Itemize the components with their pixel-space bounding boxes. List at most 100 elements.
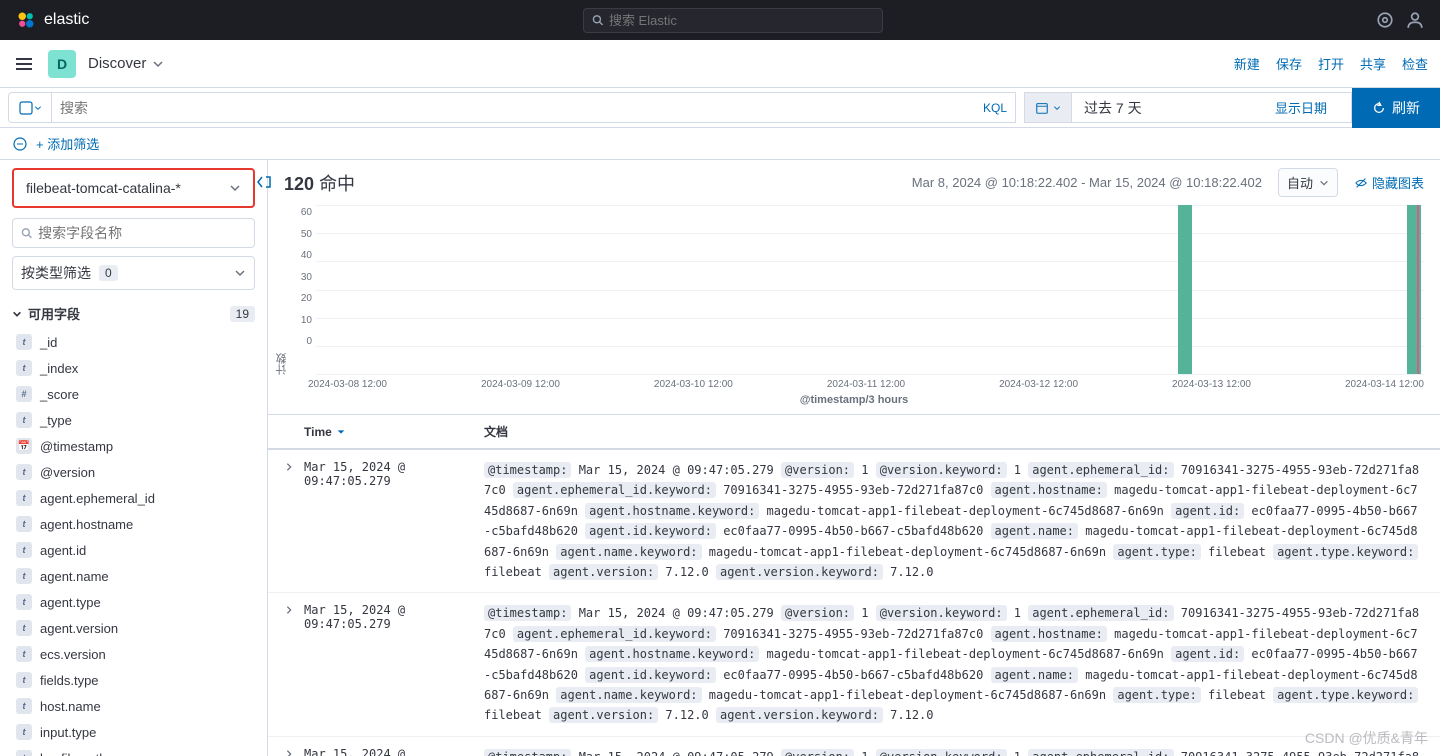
field-item[interactable]: t@version <box>12 459 255 485</box>
field-type-icon: # <box>16 386 32 402</box>
field-key: agent.name: <box>991 523 1078 539</box>
disk-icon <box>18 100 34 116</box>
add-filter-link[interactable]: + 添加筛选 <box>36 134 99 153</box>
field-key: agent.hostname.keyword: <box>585 646 759 662</box>
query-lang-toggle[interactable]: KQL <box>983 101 1007 115</box>
nav-link[interactable]: 打开 <box>1318 54 1344 73</box>
nav-link[interactable]: 检查 <box>1402 54 1428 73</box>
source-cell: @timestamp: Mar 15, 2024 @ 09:47:05.279 … <box>484 460 1424 582</box>
histogram-chart[interactable]: 计数 6050403020100 <box>268 205 1440 375</box>
filter-by-type[interactable]: 按类型筛选 0 <box>12 256 255 290</box>
table-row: Mar 15, 2024 @ 09:47:05.279@timestamp: M… <box>268 450 1440 593</box>
field-item[interactable]: tagent.version <box>12 615 255 641</box>
calendar-icon <box>1035 101 1049 115</box>
field-key: @version.keyword: <box>876 749 1007 756</box>
nav-link[interactable]: 新建 <box>1234 54 1260 73</box>
chevron-down-icon <box>152 58 164 70</box>
field-name: _index <box>40 361 78 376</box>
field-key: @version: <box>781 462 854 478</box>
content: 120 命中 Mar 8, 2024 @ 10:18:22.402 - Mar … <box>268 160 1440 756</box>
interval-select[interactable]: 自动 <box>1278 168 1338 197</box>
show-date-link[interactable]: 显示日期 <box>1275 98 1327 117</box>
nav-link[interactable]: 保存 <box>1276 54 1302 73</box>
nav-link[interactable]: 共享 <box>1360 54 1386 73</box>
global-search[interactable] <box>583 8 883 33</box>
field-key: agent.id.keyword: <box>585 667 716 683</box>
field-name: agent.id <box>40 543 86 558</box>
global-search-input[interactable] <box>609 13 874 28</box>
field-key: agent.ephemeral_id.keyword: <box>513 482 716 498</box>
field-type-icon: t <box>16 568 32 584</box>
hamburger-icon[interactable] <box>12 52 36 76</box>
field-name: input.type <box>40 725 96 740</box>
field-name: agent.type <box>40 595 101 610</box>
x-axis-ticks: 2024-03-08 12:002024-03-09 12:002024-03-… <box>268 375 1440 390</box>
column-source[interactable]: 文档 <box>484 423 1424 440</box>
date-picker: 过去 7 天 显示日期 <box>1024 92 1352 123</box>
date-range-text[interactable]: 过去 7 天 显示日期 <box>1072 92 1352 123</box>
field-item[interactable]: t_id <box>12 329 255 355</box>
histogram-bar[interactable] <box>1407 205 1421 374</box>
saved-query-button[interactable] <box>8 92 52 123</box>
available-fields-header[interactable]: 可用字段 19 <box>12 298 255 329</box>
field-key: @version: <box>781 749 854 756</box>
field-type-icon: t <box>16 334 32 350</box>
field-type-icon: t <box>16 672 32 688</box>
expand-row-button[interactable] <box>284 603 304 725</box>
filter-bar: + 添加筛选 <box>0 128 1440 160</box>
field-item[interactable]: t_type <box>12 407 255 433</box>
collapse-sidebar-icon[interactable] <box>256 174 272 190</box>
expand-row-button[interactable] <box>284 747 304 756</box>
field-type-icon: t <box>16 516 32 532</box>
field-name: @timestamp <box>40 439 113 454</box>
field-item[interactable]: 📅@timestamp <box>12 433 255 459</box>
field-key: @version: <box>781 605 854 621</box>
hide-chart-label: 隐藏图表 <box>1372 173 1424 192</box>
field-item[interactable]: thost.name <box>12 693 255 719</box>
field-item[interactable]: tlog.file.path <box>12 745 255 756</box>
field-key: agent.version.keyword: <box>716 707 883 723</box>
chevron-down-icon <box>34 104 42 112</box>
field-key: agent.type: <box>1113 544 1200 560</box>
index-pattern-selector[interactable]: filebeat-tomcat-catalina-* <box>12 168 255 208</box>
field-name: agent.hostname <box>40 517 133 532</box>
app-badge[interactable]: D <box>48 50 76 78</box>
doc-table: Time 文档 Mar 15, 2024 @ 09:47:05.279@time… <box>268 414 1440 756</box>
quick-date-button[interactable] <box>1024 92 1072 123</box>
column-time[interactable]: Time <box>304 423 484 440</box>
field-item[interactable]: tagent.name <box>12 563 255 589</box>
field-item[interactable]: tagent.type <box>12 589 255 615</box>
histogram-bar[interactable] <box>1178 205 1192 374</box>
filter-by-type-label: 按类型筛选 <box>21 263 91 283</box>
expand-row-button[interactable] <box>284 460 304 582</box>
news-icon[interactable] <box>1376 11 1394 29</box>
filter-options-icon[interactable] <box>12 136 28 152</box>
chevron-down-icon <box>12 309 22 319</box>
sidebar: filebeat-tomcat-catalina-* 按类型筛选 0 可用字段 … <box>0 160 268 756</box>
field-type-icon: t <box>16 360 32 376</box>
field-search-input[interactable] <box>38 225 246 241</box>
field-item[interactable]: tfields.type <box>12 667 255 693</box>
table-row: Mar 15, 2024 @ 09:47:05.279@timestamp: M… <box>268 737 1440 756</box>
query-input[interactable] <box>60 100 983 116</box>
hide-chart-link[interactable]: 隐藏图表 <box>1354 173 1424 192</box>
field-key: agent.name.keyword: <box>556 544 701 560</box>
field-item[interactable]: tinput.type <box>12 719 255 745</box>
top-bar: elastic <box>0 0 1440 40</box>
field-item[interactable]: tagent.id <box>12 537 255 563</box>
field-search[interactable] <box>12 218 255 248</box>
y-axis-label: 计数 <box>272 205 292 375</box>
field-item[interactable]: tagent.ephemeral_id <box>12 485 255 511</box>
field-name: _score <box>40 387 79 402</box>
field-name: agent.version <box>40 621 118 636</box>
elastic-logo[interactable]: elastic <box>16 10 89 30</box>
table-row: Mar 15, 2024 @ 09:47:05.279@timestamp: M… <box>268 593 1440 736</box>
field-item[interactable]: t agent.hostname <box>12 511 255 537</box>
refresh-button[interactable]: 刷新 <box>1352 88 1440 128</box>
app-switcher[interactable]: Discover <box>88 55 164 72</box>
user-icon[interactable] <box>1406 11 1424 29</box>
field-item[interactable]: # _score <box>12 381 255 407</box>
field-type-icon: t <box>16 464 32 480</box>
field-item[interactable]: tecs.version <box>12 641 255 667</box>
field-item[interactable]: t _index <box>12 355 255 381</box>
